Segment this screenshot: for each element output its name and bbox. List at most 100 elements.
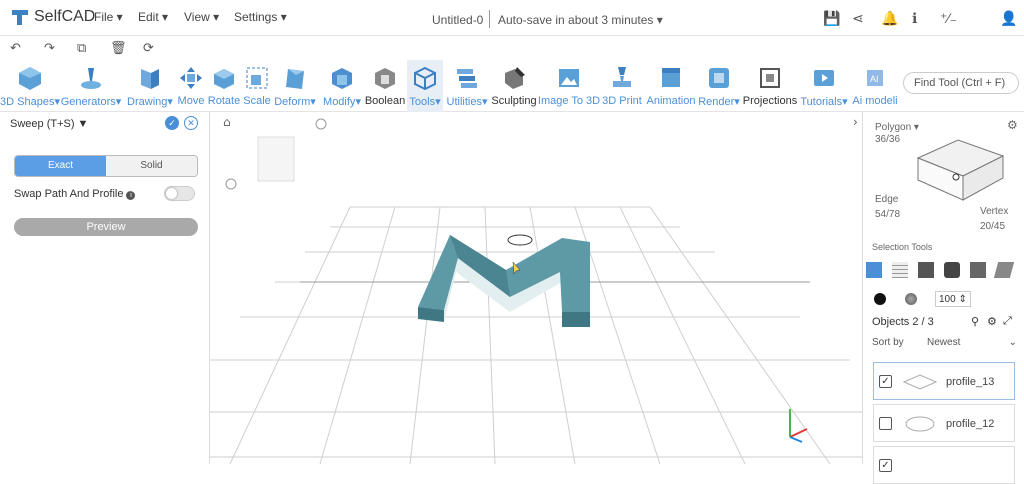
- generator-icon: [81, 68, 101, 89]
- sort-select[interactable]: Newest ⌄: [927, 337, 1017, 348]
- cube-icon: [19, 67, 41, 90]
- sort-label: Sort by: [872, 337, 904, 348]
- ground-grid: [210, 206, 862, 464]
- save-icon[interactable]: 💾: [823, 10, 840, 27]
- vertex-count: 20/45: [980, 221, 1006, 232]
- tool-animation[interactable]: Animation: [645, 60, 697, 112]
- tool-image-to-3d[interactable]: Image To 3D: [538, 60, 600, 112]
- letter-m-model[interactable]: [418, 235, 590, 327]
- swap-path-profile-label: Swap Path And Profile i: [14, 188, 136, 200]
- tool-drawing[interactable]: Drawing▾: [126, 60, 174, 112]
- tool-3d-shapes[interactable]: 3D Shapes▾: [0, 60, 60, 112]
- select-vertex-icon[interactable]: [970, 262, 986, 278]
- redo-icon[interactable]: ↷: [44, 40, 55, 56]
- expand-icon[interactable]: ⤢: [1003, 315, 1012, 328]
- delete-icon[interactable]: 🗑: [110, 40, 127, 56]
- info-icon[interactable]: ℹ: [912, 10, 917, 27]
- tool-tutorials[interactable]: Tutorials▾: [799, 60, 849, 112]
- modify-icon: [332, 68, 352, 89]
- select-edge-icon[interactable]: [944, 262, 960, 278]
- select-mesh-icon[interactable]: [892, 262, 908, 278]
- selection-mode-cube[interactable]: [913, 126, 1009, 204]
- select-lasso-icon[interactable]: [993, 262, 1015, 278]
- tool-generators[interactable]: Generators▾: [61, 60, 121, 112]
- sweep-panel-title[interactable]: Sweep (T+S) ▼: [10, 118, 88, 130]
- selection-tools-label: Selection Tools: [872, 242, 933, 252]
- selfcad-logo-icon: [12, 10, 28, 25]
- info-icon[interactable]: i: [126, 191, 136, 200]
- menu-settings[interactable]: Settings ▾: [234, 10, 287, 24]
- list-item[interactable]: ✓ profile_13: [873, 362, 1015, 400]
- tool-modify[interactable]: Modify▾: [320, 60, 364, 112]
- material-icon[interactable]: [905, 293, 917, 305]
- close-icon[interactable]: ✕: [184, 116, 198, 130]
- search-icon[interactable]: ⚲: [971, 315, 979, 328]
- units-icon[interactable]: ⁺⁄₋: [940, 10, 957, 27]
- selection-panel: Polygon ▾ 36/36 ⚙ Edge 54/78 Vertex 20/4…: [862, 112, 1024, 484]
- home-icon[interactable]: ⌂: [223, 115, 231, 129]
- tool-boolean[interactable]: Boolean: [365, 60, 405, 112]
- tool-rotate[interactable]: Rotate: [208, 60, 240, 112]
- vertex-label[interactable]: Vertex: [980, 206, 1008, 217]
- tool-sculpting[interactable]: Sculpting: [491, 60, 537, 112]
- move-icon: [180, 67, 202, 89]
- document-title[interactable]: Untitled-0: [432, 13, 483, 27]
- tool-ai-modeling[interactable]: AI Ai modeli: [851, 60, 899, 112]
- menu-file[interactable]: File ▾: [94, 10, 123, 24]
- app-name: SelfCAD: [34, 8, 96, 25]
- autosave-status[interactable]: Auto-save in about 3 minutes ▾: [498, 13, 663, 27]
- notification-bell-icon[interactable]: 🔔: [881, 10, 898, 27]
- copy-icon[interactable]: ⧉: [77, 40, 86, 56]
- select-object-icon[interactable]: [866, 262, 882, 278]
- object-name: profile_12: [946, 418, 995, 430]
- find-tool-input[interactable]: Find Tool (Ctrl + F): [903, 72, 1019, 94]
- list-item[interactable]: profile_12: [873, 404, 1015, 442]
- scene-canvas[interactable]: ⌂ ›: [210, 112, 862, 464]
- swap-path-profile-toggle[interactable]: [164, 186, 195, 201]
- object-checkbox[interactable]: [879, 417, 892, 430]
- tool-tools[interactable]: Tools▾: [407, 60, 443, 112]
- gizmo-ring[interactable]: [507, 234, 533, 246]
- tool-move[interactable]: Move: [176, 60, 206, 112]
- boolean-icon: [375, 68, 395, 89]
- objects-header: Objects 2 / 3: [872, 316, 934, 328]
- menu-edit[interactable]: Edit ▾: [138, 10, 168, 24]
- tutorials-icon: [814, 70, 834, 86]
- confirm-icon[interactable]: ✓: [165, 116, 179, 130]
- preview-button[interactable]: Preview: [14, 218, 198, 236]
- select-polygon-icon[interactable]: [918, 262, 934, 278]
- mode-exact-button[interactable]: Exact: [15, 156, 106, 176]
- undo-icon[interactable]: ↶: [10, 40, 21, 56]
- edge-label[interactable]: Edge: [875, 194, 898, 205]
- mode-solid-button[interactable]: Solid: [106, 156, 197, 176]
- reset-icon[interactable]: ⟳: [143, 40, 154, 56]
- list-item[interactable]: ✓: [873, 446, 1015, 484]
- tool-projections[interactable]: Projections: [743, 60, 797, 112]
- object-checkbox[interactable]: ✓: [879, 459, 892, 472]
- view-orientation-icon[interactable]: [315, 118, 327, 130]
- view-cube[interactable]: [257, 136, 295, 182]
- sweep-panel: Sweep (T+S) ▼ ✓ ✕ Exact Solid Swap Path …: [0, 112, 210, 464]
- user-icon[interactable]: 👤: [1000, 10, 1017, 27]
- title-divider: [489, 10, 490, 28]
- app-logo[interactable]: SelfCAD: [10, 7, 95, 27]
- 3d-viewport[interactable]: ⌂ ›: [210, 112, 862, 464]
- projections-icon: [760, 68, 780, 88]
- collapse-right-icon[interactable]: ›: [853, 115, 858, 129]
- tools-icon: [414, 66, 436, 91]
- printer-icon: [613, 67, 631, 87]
- tool-scale[interactable]: Scale: [243, 60, 271, 112]
- opacity-input[interactable]: 100 ⇕: [935, 291, 971, 307]
- menu-view[interactable]: View ▾: [184, 10, 219, 24]
- tool-render[interactable]: Render▾: [698, 60, 740, 112]
- tool-utilities[interactable]: Utilities▾: [445, 60, 489, 112]
- axis-indicator: [789, 409, 808, 443]
- tool-3d-print[interactable]: 3D Print: [601, 60, 643, 112]
- tool-deform[interactable]: Deform▾: [273, 60, 317, 112]
- share-icon[interactable]: ⋖: [852, 10, 864, 27]
- object-checkbox[interactable]: ✓: [879, 375, 892, 388]
- color-swatch[interactable]: [874, 293, 886, 305]
- sculpting-icon: [505, 67, 525, 89]
- objects-settings-icon[interactable]: ⚙: [987, 315, 997, 328]
- camera-target-icon[interactable]: [225, 178, 237, 190]
